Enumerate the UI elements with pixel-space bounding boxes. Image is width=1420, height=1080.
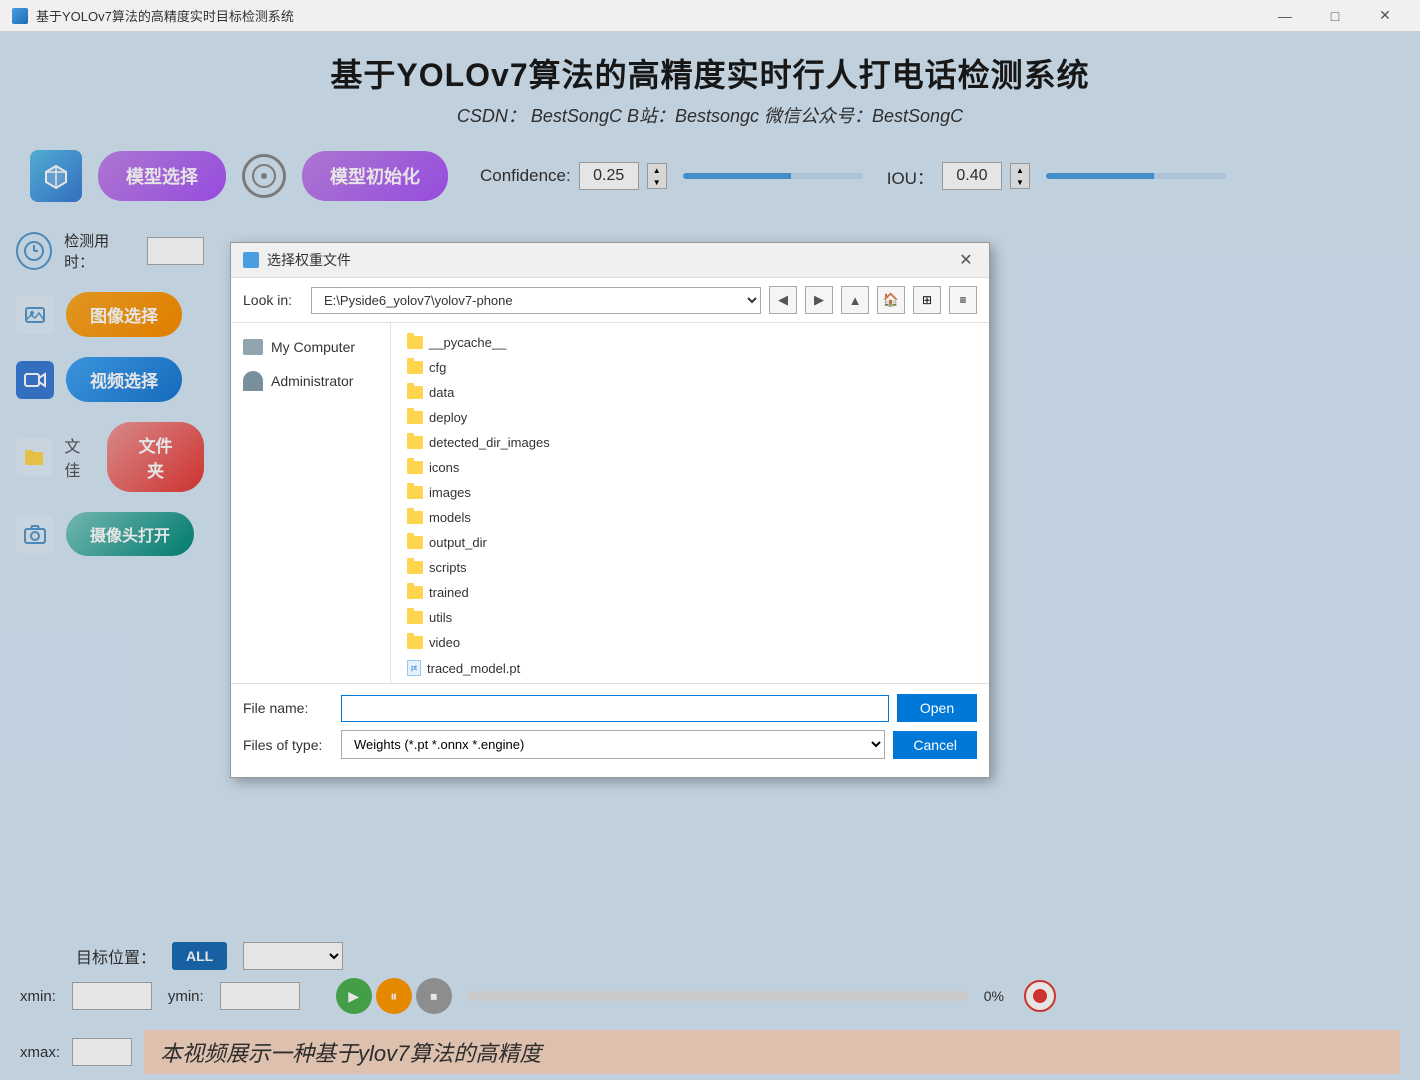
dialog-title-bar: 选择权重文件 ✕ <box>231 243 989 278</box>
my-computer-label: My Computer <box>271 339 355 355</box>
dialog-title: 选择权重文件 <box>267 250 351 270</box>
filetype-label: Files of type: <box>243 737 333 753</box>
open-button[interactable]: Open <box>897 694 977 722</box>
title-bar-left: 基于YOLOv7算法的高精度实时目标检测系统 <box>12 6 294 25</box>
file-item-data[interactable]: data <box>399 381 690 404</box>
dialog-body: My Computer Administrator __pycache__ <box>231 323 989 683</box>
nav-back-button[interactable]: ◀ <box>769 286 797 314</box>
cancel-button[interactable]: Cancel <box>893 731 977 759</box>
file-label-traced-model: traced_model.pt <box>427 661 520 676</box>
file-label-models: models <box>429 510 471 525</box>
app-area: 基于YOLOv7算法的高精度实时行人打电话检测系统 CSDN： BestSong… <box>0 32 1420 1080</box>
folder-output-icon <box>407 536 423 549</box>
file-label-icons: icons <box>429 460 459 475</box>
file-dialog: 选择权重文件 ✕ Look in: E:\Pyside6_yolov7\yolo… <box>230 242 990 778</box>
file-item-detected[interactable]: detected_dir_images <box>399 431 690 454</box>
file-item-video[interactable]: video <box>399 631 690 654</box>
file-column-left: __pycache__ cfg data deploy <box>399 331 690 654</box>
view-icons-button[interactable]: ⊞ <box>913 286 941 314</box>
dialog-title-text: 选择权重文件 <box>243 250 351 270</box>
filename-row: File name: Open <box>243 694 977 722</box>
look-in-label: Look in: <box>243 292 303 308</box>
sidebar-item-my-computer[interactable]: My Computer <box>231 331 390 363</box>
file-label-deploy: deploy <box>429 410 467 425</box>
dialog-sidebar: My Computer Administrator <box>231 323 391 683</box>
title-bar-text: 基于YOLOv7算法的高精度实时目标检测系统 <box>36 6 294 25</box>
file-item-trained[interactable]: trained <box>399 581 690 604</box>
title-bar-controls: — □ ✕ <box>1262 4 1408 28</box>
dialog-footer: File name: Open Files of type: Weights (… <box>231 683 989 777</box>
folder-models-icon <box>407 511 423 524</box>
nav-up-button[interactable]: ▲ <box>841 286 869 314</box>
file-item-icons[interactable]: icons <box>399 456 690 479</box>
file-label-cfg: cfg <box>429 360 446 375</box>
user-icon <box>243 371 263 391</box>
folder-detected-icon <box>407 436 423 449</box>
nav-forward-button[interactable]: ▶ <box>805 286 833 314</box>
filetype-select[interactable]: Weights (*.pt *.onnx *.engine) <box>341 730 885 759</box>
close-button[interactable]: ✕ <box>1362 4 1408 28</box>
folder-images-icon <box>407 486 423 499</box>
file-label-utils: utils <box>429 610 452 625</box>
dialog-toolbar: Look in: E:\Pyside6_yolov7\yolov7-phone … <box>231 278 989 323</box>
file-item-deploy[interactable]: deploy <box>399 406 690 429</box>
filetype-row: Files of type: Weights (*.pt *.onnx *.en… <box>243 730 977 759</box>
file-label-data: data <box>429 385 454 400</box>
file-label-trained: trained <box>429 585 469 600</box>
filename-label: File name: <box>243 700 333 716</box>
file-item-utils[interactable]: utils <box>399 606 690 629</box>
folder-icons-icon <box>407 461 423 474</box>
computer-icon <box>243 339 263 355</box>
folder-cfg-icon <box>407 361 423 374</box>
pt-file-icon: pt <box>407 660 421 676</box>
file-item-images[interactable]: images <box>399 481 690 504</box>
filename-input[interactable] <box>341 695 889 722</box>
file-label-output: output_dir <box>429 535 487 550</box>
folder-pycache-icon <box>407 336 423 349</box>
folder-trained-icon <box>407 586 423 599</box>
file-label-pycache: __pycache__ <box>429 335 506 350</box>
sidebar-item-administrator[interactable]: Administrator <box>231 363 390 399</box>
file-item-cfg[interactable]: cfg <box>399 356 690 379</box>
title-bar: 基于YOLOv7算法的高精度实时目标检测系统 — □ ✕ <box>0 0 1420 32</box>
file-label-scripts: scripts <box>429 560 467 575</box>
file-column-right: pt traced_model.pt <box>399 656 690 680</box>
view-list-button[interactable]: ≡ <box>949 286 977 314</box>
folder-video-icon <box>407 636 423 649</box>
file-label-detected: detected_dir_images <box>429 435 550 450</box>
maximize-button[interactable]: □ <box>1312 4 1358 28</box>
file-item-output[interactable]: output_dir <box>399 531 690 554</box>
app-icon <box>12 8 28 24</box>
nav-home-button[interactable]: 🏠 <box>877 286 905 314</box>
folder-data-icon <box>407 386 423 399</box>
file-item-traced-model[interactable]: pt traced_model.pt <box>399 656 690 680</box>
administrator-label: Administrator <box>271 373 353 389</box>
file-label-images: images <box>429 485 471 500</box>
file-item-pycache[interactable]: __pycache__ <box>399 331 690 354</box>
dialog-files: __pycache__ cfg data deploy <box>391 323 989 683</box>
folder-deploy-icon <box>407 411 423 424</box>
folder-utils-icon <box>407 611 423 624</box>
path-input[interactable]: E:\Pyside6_yolov7\yolov7-phone <box>311 287 761 314</box>
dialog-close-button[interactable]: ✕ <box>955 249 977 271</box>
file-item-scripts[interactable]: scripts <box>399 556 690 579</box>
folder-scripts-icon <box>407 561 423 574</box>
dialog-icon <box>243 252 259 268</box>
file-label-video: video <box>429 635 460 650</box>
minimize-button[interactable]: — <box>1262 4 1308 28</box>
file-item-models[interactable]: models <box>399 506 690 529</box>
